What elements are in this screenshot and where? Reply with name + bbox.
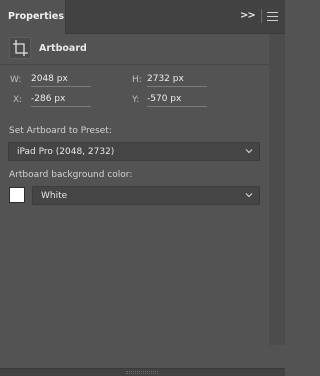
panel-menu-icon[interactable] bbox=[267, 12, 278, 21]
background-color-dropdown[interactable]: White bbox=[32, 186, 260, 205]
collapse-icon[interactable]: >> bbox=[240, 10, 256, 21]
header-divider bbox=[0, 64, 269, 65]
properties-panel: Properties >> Artboard W: 2048 px H: 273… bbox=[0, 0, 285, 376]
artboard-title: Artboard bbox=[39, 43, 87, 54]
tab-properties[interactable]: Properties bbox=[0, 0, 66, 34]
y-field[interactable]: -570 px bbox=[147, 94, 207, 107]
background-color-dropdown-value: White bbox=[41, 191, 68, 201]
properties-header: Artboard bbox=[0, 34, 285, 64]
artboard-icon bbox=[9, 37, 31, 59]
background-color-label: Artboard background color: bbox=[9, 170, 133, 180]
chevron-down-icon bbox=[245, 193, 253, 198]
height-field[interactable]: 2732 px bbox=[147, 74, 207, 87]
y-label: Y: bbox=[132, 95, 140, 105]
width-field[interactable]: 2048 px bbox=[31, 74, 91, 87]
x-field[interactable]: -286 px bbox=[31, 94, 91, 107]
preset-dropdown-value: iPad Pro (2048, 2732) bbox=[17, 147, 115, 157]
x-label: X: bbox=[13, 95, 23, 105]
resize-grip-icon[interactable] bbox=[126, 371, 158, 374]
preset-dropdown[interactable]: iPad Pro (2048, 2732) bbox=[8, 142, 260, 161]
chevron-down-icon bbox=[245, 149, 253, 154]
panel-tab-bar: Properties >> bbox=[0, 0, 285, 34]
width-label: W: bbox=[10, 75, 22, 85]
height-label: H: bbox=[132, 75, 142, 85]
scrollbar-track[interactable] bbox=[269, 34, 285, 345]
tab-bar-divider bbox=[261, 9, 262, 23]
background-color-swatch[interactable] bbox=[9, 187, 25, 203]
panel-resize-bar[interactable] bbox=[0, 368, 285, 376]
preset-label: Set Artboard to Preset: bbox=[9, 126, 112, 136]
